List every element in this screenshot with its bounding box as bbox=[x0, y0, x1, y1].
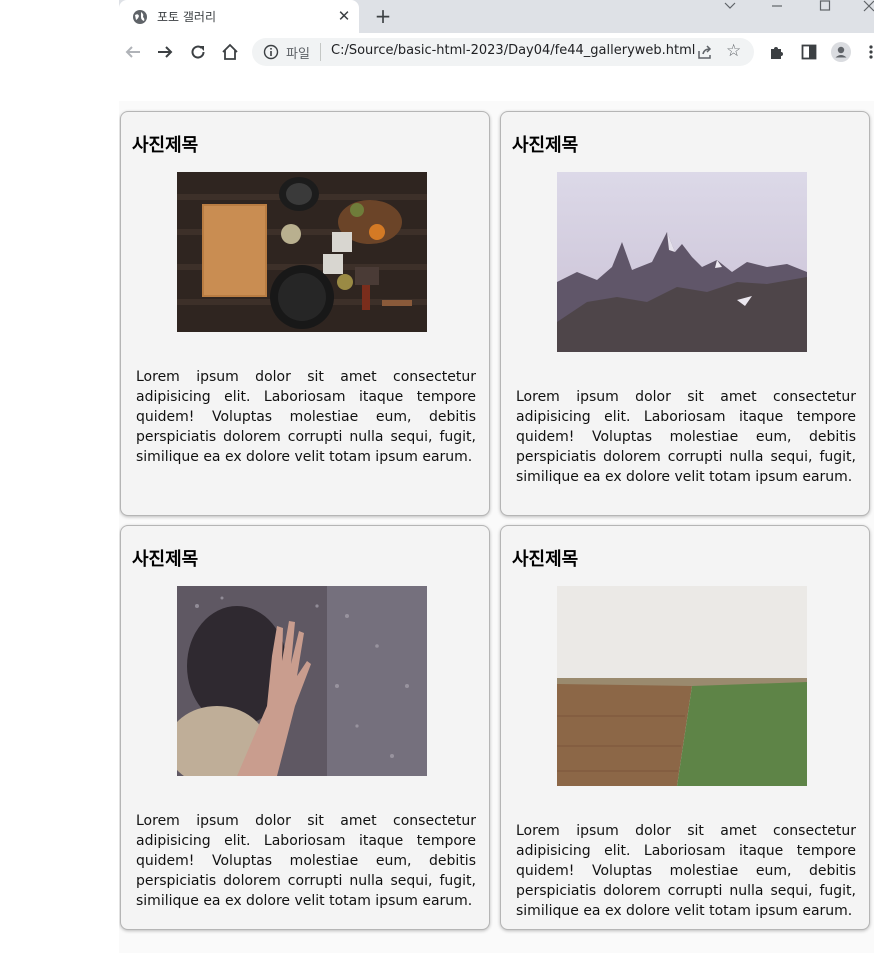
card-description: Lorem ipsum dolor sit amet consectetur a… bbox=[136, 813, 476, 909]
close-window-icon[interactable] bbox=[863, 0, 874, 14]
address-separator bbox=[320, 43, 321, 61]
card-title: 사진제목 bbox=[132, 135, 199, 156]
share-icon[interactable] bbox=[696, 43, 714, 61]
card-description: Lorem ipsum dolor sit amet consectetur a… bbox=[516, 389, 856, 485]
card-description: Lorem ipsum dolor sit amet consectetur a… bbox=[136, 369, 476, 465]
gallery-card: 사진제목 Lorem ipsum dolor sit amet consecte… bbox=[120, 111, 490, 516]
home-icon[interactable] bbox=[216, 38, 244, 66]
url-text[interactable]: C:/Source/basic-html-2023/Day04/fe44_gal… bbox=[331, 43, 695, 58]
gallery-card: 사진제목 Lorem ipsum dolor sit amet consecte… bbox=[120, 525, 490, 930]
browser-tab[interactable]: 포토 갤러리 ✕ bbox=[119, 0, 359, 33]
maximize-icon[interactable] bbox=[819, 0, 831, 14]
card-title: 사진제목 bbox=[132, 549, 199, 570]
tab-strip: 포토 갤러리 ✕ + bbox=[119, 0, 874, 33]
tab-title: 포토 갤러리 bbox=[157, 10, 217, 24]
plowed-and-green-field-photo bbox=[557, 586, 807, 786]
hand-on-rainy-window-photo bbox=[177, 586, 427, 776]
address-bar[interactable]: 파일 C:/Source/basic-html-2023/Day04/fe44_… bbox=[252, 38, 754, 66]
card-title: 사진제목 bbox=[512, 135, 579, 156]
card-description: Lorem ipsum dolor sit amet consectetur a… bbox=[516, 823, 856, 919]
close-tab-icon[interactable]: ✕ bbox=[335, 7, 353, 25]
globe-icon bbox=[133, 10, 147, 24]
minimize-icon[interactable] bbox=[771, 0, 783, 14]
rocky-mountain-peaks-photo bbox=[557, 172, 807, 352]
forward-arrow-icon[interactable] bbox=[151, 38, 179, 66]
side-panel-icon[interactable] bbox=[800, 43, 818, 61]
reload-icon[interactable] bbox=[184, 38, 212, 66]
info-icon[interactable] bbox=[263, 44, 279, 60]
chevron-down-icon[interactable] bbox=[724, 0, 736, 14]
gallery-card: 사진제목 Lorem ipsum dolor sit amet consecte… bbox=[500, 111, 870, 516]
page-viewport: 사진제목 Lorem ipsum dolor sit amet consecte… bbox=[119, 101, 874, 953]
bookmark-star-icon[interactable]: ☆ bbox=[726, 41, 741, 61]
profile-avatar-icon[interactable] bbox=[831, 42, 851, 62]
gallery-card: 사진제목 Lorem ipsum dolor sit amet consecte… bbox=[500, 525, 870, 930]
more-menu-icon[interactable] bbox=[867, 43, 874, 61]
extensions-puzzle-icon[interactable] bbox=[768, 43, 786, 61]
browser-toolbar: 파일 C:/Source/basic-html-2023/Day04/fe44_… bbox=[119, 33, 874, 71]
kitchen-utensils-on-wooden-table-photo bbox=[177, 172, 427, 332]
url-scheme-label: 파일 bbox=[286, 47, 310, 62]
new-tab-icon[interactable]: + bbox=[371, 4, 395, 28]
back-arrow-icon[interactable] bbox=[119, 38, 147, 66]
card-title: 사진제목 bbox=[512, 549, 579, 570]
